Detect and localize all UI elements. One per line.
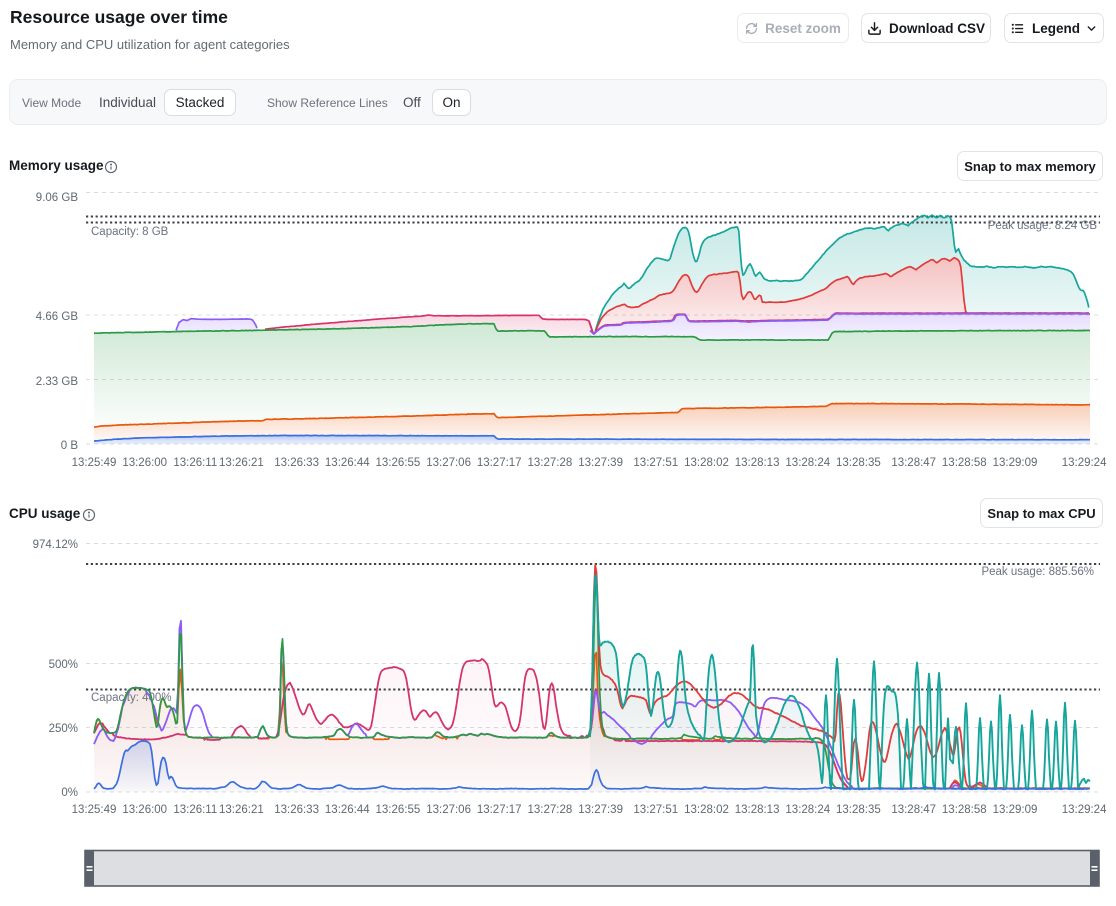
svg-text:13:29:24: 13:29:24 bbox=[1062, 804, 1107, 816]
svg-text:2.33 GB: 2.33 GB bbox=[36, 376, 79, 388]
svg-text:0 B: 0 B bbox=[61, 440, 79, 452]
svg-text:13:28:58: 13:28:58 bbox=[942, 804, 987, 816]
svg-text:13:26:55: 13:26:55 bbox=[376, 804, 421, 816]
svg-text:9.06 GB: 9.06 GB bbox=[36, 192, 79, 204]
svg-text:13:29:09: 13:29:09 bbox=[993, 457, 1038, 469]
svg-text:13:26:11: 13:26:11 bbox=[173, 804, 217, 816]
svg-text:Capacity: 400%: Capacity: 400% bbox=[91, 692, 172, 704]
svg-text:13:28:13: 13:28:13 bbox=[735, 804, 780, 816]
svg-text:13:27:51: 13:27:51 bbox=[633, 457, 678, 469]
svg-text:13:28:13: 13:28:13 bbox=[735, 457, 780, 469]
svg-text:13:27:51: 13:27:51 bbox=[633, 804, 678, 816]
svg-text:13:28:58: 13:28:58 bbox=[942, 457, 987, 469]
svg-text:250%: 250% bbox=[49, 723, 78, 735]
svg-text:500%: 500% bbox=[49, 659, 78, 671]
svg-text:13:26:00: 13:26:00 bbox=[122, 804, 167, 816]
svg-text:13:27:17: 13:27:17 bbox=[477, 457, 522, 469]
svg-text:13:29:24: 13:29:24 bbox=[1062, 457, 1107, 469]
svg-text:13:28:47: 13:28:47 bbox=[891, 804, 936, 816]
svg-text:13:29:09: 13:29:09 bbox=[993, 804, 1038, 816]
svg-text:13:27:17: 13:27:17 bbox=[477, 804, 522, 816]
svg-text:13:28:35: 13:28:35 bbox=[836, 457, 881, 469]
svg-text:13:26:33: 13:26:33 bbox=[274, 804, 319, 816]
svg-text:13:27:28: 13:27:28 bbox=[528, 457, 573, 469]
svg-text:13:27:06: 13:27:06 bbox=[426, 457, 471, 469]
svg-text:Peak usage: 885.56%: Peak usage: 885.56% bbox=[981, 566, 1094, 578]
svg-text:13:25:49: 13:25:49 bbox=[72, 457, 117, 469]
svg-text:13:28:24: 13:28:24 bbox=[785, 457, 830, 469]
svg-text:13:26:44: 13:26:44 bbox=[325, 804, 370, 816]
svg-text:13:28:35: 13:28:35 bbox=[836, 804, 881, 816]
svg-text:0%: 0% bbox=[61, 787, 78, 799]
svg-text:13:28:24: 13:28:24 bbox=[785, 804, 830, 816]
svg-text:13:27:06: 13:27:06 bbox=[426, 804, 471, 816]
svg-text:13:28:02: 13:28:02 bbox=[684, 804, 729, 816]
svg-text:974.12%: 974.12% bbox=[33, 539, 78, 551]
svg-text:Peak usage: 8.24 GB: Peak usage: 8.24 GB bbox=[988, 220, 1098, 232]
svg-text:4.66 GB: 4.66 GB bbox=[36, 311, 79, 323]
svg-text:13:26:55: 13:26:55 bbox=[376, 457, 421, 469]
svg-text:13:28:02: 13:28:02 bbox=[684, 457, 729, 469]
svg-text:13:26:00: 13:26:00 bbox=[122, 457, 167, 469]
svg-text:13:27:28: 13:27:28 bbox=[528, 804, 573, 816]
svg-text:13:26:44: 13:26:44 bbox=[325, 457, 370, 469]
svg-text:13:25:49: 13:25:49 bbox=[72, 804, 117, 816]
svg-text:13:26:21: 13:26:21 bbox=[219, 804, 264, 816]
svg-text:13:26:21: 13:26:21 bbox=[219, 457, 264, 469]
svg-text:Capacity: 8 GB: Capacity: 8 GB bbox=[91, 226, 169, 238]
svg-text:13:27:39: 13:27:39 bbox=[578, 457, 623, 469]
svg-text:13:26:33: 13:26:33 bbox=[274, 457, 319, 469]
svg-text:13:27:39: 13:27:39 bbox=[578, 804, 623, 816]
svg-text:13:28:47: 13:28:47 bbox=[891, 457, 936, 469]
svg-text:13:26:11: 13:26:11 bbox=[173, 457, 217, 469]
